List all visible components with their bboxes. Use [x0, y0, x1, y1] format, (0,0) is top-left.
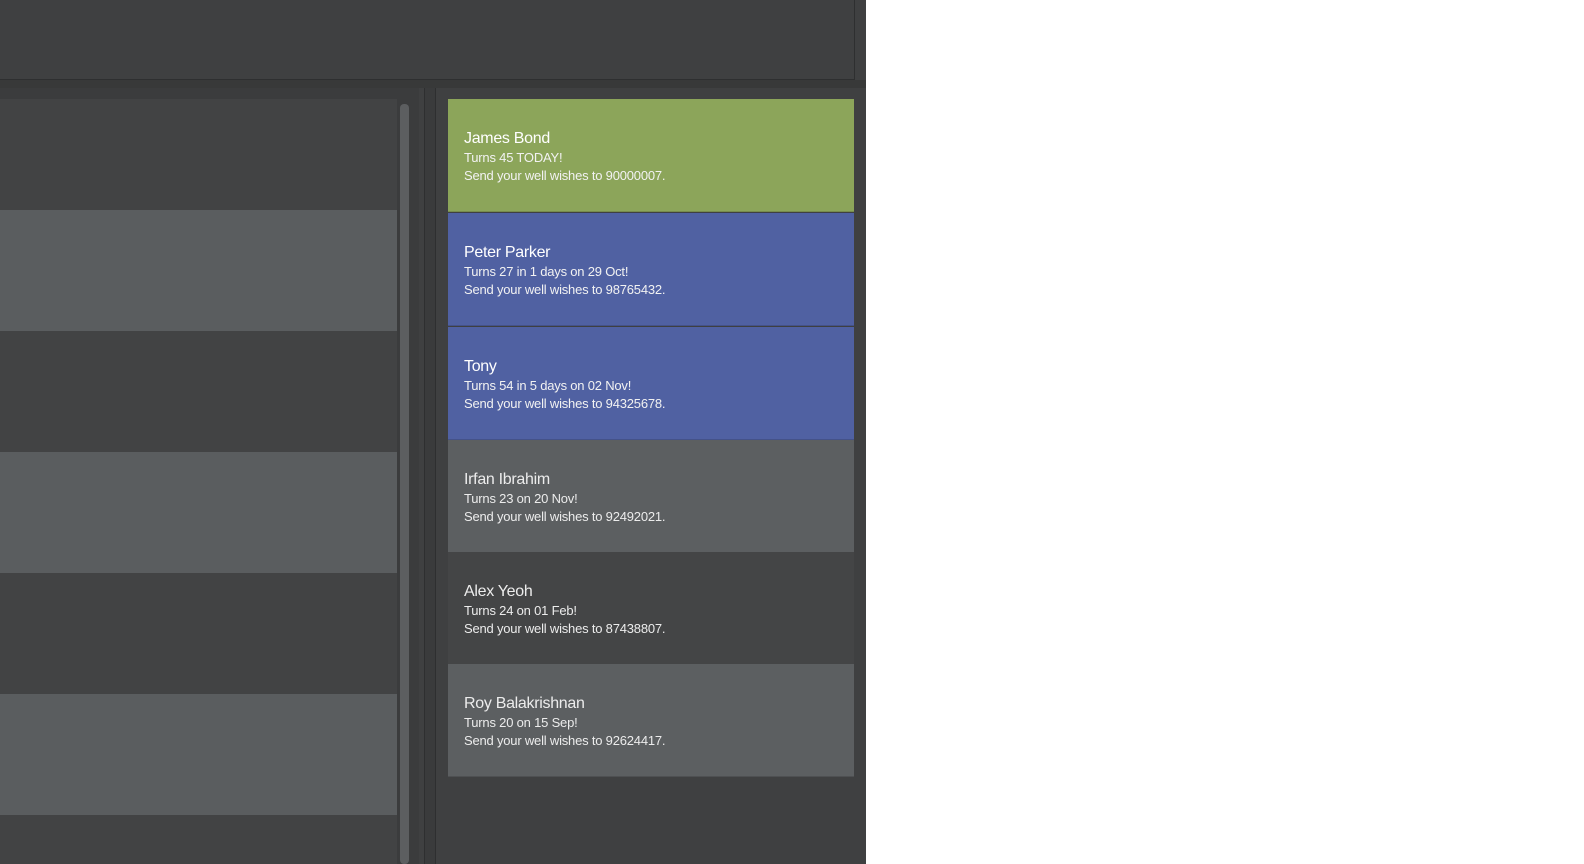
birthday-turns: Turns 20 on 15 Sep!	[464, 715, 578, 730]
birthday-reminder-panel: James Bond Turns 45 TODAY! Send your wel…	[436, 88, 866, 864]
birthday-card-peter-parker[interactable]: Peter Parker Turns 27 in 1 days on 29 Oc…	[448, 213, 854, 326]
birthday-card-roy-balakrishnan[interactable]: Roy Balakrishnan Turns 20 on 15 Sep! Sen…	[448, 664, 854, 777]
person-list-item[interactable]	[0, 573, 397, 694]
birthday-name: James Bond	[464, 130, 550, 147]
birthday-name: Roy Balakrishnan	[464, 695, 585, 712]
birthday-card-irfan-ibrahim[interactable]: Irfan Ibrahim Turns 23 on 20 Nov! Send y…	[448, 440, 854, 553]
person-list-item[interactable]	[0, 452, 397, 573]
birthday-wishes: Send your well wishes to 90000007.	[464, 168, 666, 183]
person-list-item[interactable]	[0, 99, 397, 210]
birthday-turns: Turns 23 on 20 Nov!	[464, 491, 578, 506]
birthday-card-james-bond[interactable]: James Bond Turns 45 TODAY! Send your wel…	[448, 99, 854, 212]
person-list-scrollbar-thumb[interactable]	[400, 104, 409, 864]
app-window: James Bond Turns 45 TODAY! Send your wel…	[0, 0, 866, 864]
birthday-name: Alex Yeoh	[464, 583, 533, 600]
person-list-item[interactable]	[0, 815, 397, 864]
birthday-turns: Turns 54 in 5 days on 02 Nov!	[464, 378, 632, 393]
person-list-item[interactable]	[0, 331, 397, 452]
person-list-item[interactable]	[0, 694, 397, 815]
birthday-card-tony[interactable]: Tony Turns 54 in 5 days on 02 Nov! Send …	[448, 327, 854, 440]
birthday-wishes: Send your well wishes to 92624417.	[464, 733, 666, 748]
birthday-wishes: Send your well wishes to 92492021.	[464, 509, 666, 524]
birthday-turns: Turns 45 TODAY!	[464, 150, 563, 165]
birthday-name: Peter Parker	[464, 244, 551, 261]
birthday-card-alex-yeoh[interactable]: Alex Yeoh Turns 24 on 01 Feb! Send your …	[448, 552, 854, 665]
person-list-item[interactable]	[0, 210, 397, 331]
birthday-name: Irfan Ibrahim	[464, 471, 550, 488]
birthday-turns: Turns 27 in 1 days on 29 Oct!	[464, 264, 629, 279]
command-result-panel	[0, 0, 855, 80]
birthday-wishes: Send your well wishes to 87438807.	[464, 621, 666, 636]
birthday-wishes: Send your well wishes to 98765432.	[464, 282, 666, 297]
birthday-wishes: Send your well wishes to 94325678.	[464, 396, 666, 411]
person-list-panel[interactable]	[0, 88, 419, 864]
panel-divider[interactable]	[424, 88, 436, 864]
birthday-name: Tony	[464, 358, 497, 375]
birthday-turns: Turns 24 on 01 Feb!	[464, 603, 577, 618]
top-separator	[0, 80, 866, 88]
